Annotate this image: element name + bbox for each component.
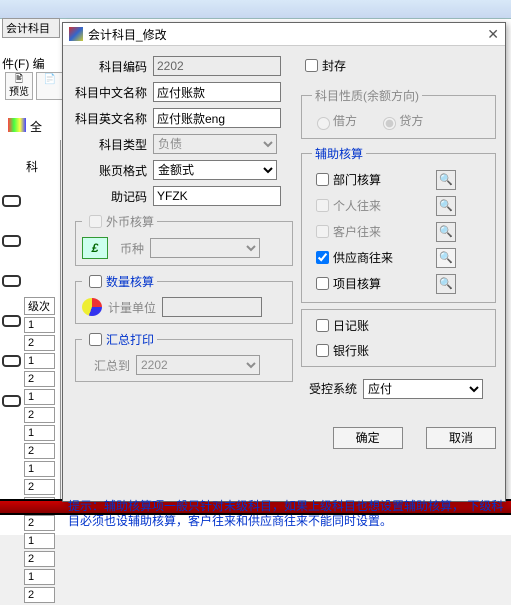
fc-checkbox xyxy=(89,215,102,228)
debit-radio xyxy=(317,117,330,130)
label-cname: 科目中文名称 xyxy=(75,84,147,101)
sum-group: 汇总打印 汇总到 2202 xyxy=(75,330,293,382)
sumto-select: 2202 xyxy=(136,355,260,375)
close-icon[interactable]: ✕ xyxy=(487,26,499,43)
aux-group: 辅助核算 部门核算🔍 个人往来🔍 客户往来🔍 供应商往来🔍 项目核算🔍 xyxy=(301,145,496,303)
bg-full: 全 xyxy=(30,118,42,135)
ename-input[interactable] xyxy=(153,108,281,128)
unit-input xyxy=(162,297,262,317)
label-mnemonic: 助记码 xyxy=(75,188,147,205)
bankbook-checkbox[interactable] xyxy=(316,344,329,357)
label-seal: 封存 xyxy=(322,57,346,74)
label-ctrlsys: 受控系统 xyxy=(301,380,357,397)
label-sumto: 汇总到 xyxy=(82,357,130,374)
cancel-button[interactable]: 取消 xyxy=(426,427,496,449)
dialog-title: 会计科目_修改 xyxy=(88,26,167,43)
edit-account-dialog: 会计科目_修改 ✕ 科目编码 科目中文名称 科目英文名称 科目类型 负债 账页格… xyxy=(62,22,506,502)
label-ename: 科目英文名称 xyxy=(75,110,147,127)
search-icon: 🔍 xyxy=(436,196,456,216)
sum-checkbox[interactable] xyxy=(89,333,102,346)
bg-menu: 件(F) 编 xyxy=(2,55,45,72)
label-person: 个人往来 xyxy=(333,197,433,214)
supplier-checkbox[interactable] xyxy=(316,251,329,264)
label-dept: 部门核算 xyxy=(333,171,433,188)
app-icon xyxy=(69,27,83,41)
hint-text: 提示：辅助核算项一般只针对末级科目，如果上级科目也想设置辅助核算， 下级科目必须… xyxy=(68,499,506,529)
label-project: 项目核算 xyxy=(333,275,433,292)
qty-legend: 数量核算 xyxy=(106,275,154,289)
label-currency: 币种 xyxy=(114,240,144,257)
label-credit: 贷方 xyxy=(399,114,423,128)
daybook-checkbox[interactable] xyxy=(316,319,329,332)
type-select: 负债 xyxy=(153,134,277,154)
bg-heading: 科 xyxy=(26,158,38,175)
label-cust: 客户往来 xyxy=(333,223,433,240)
code-input xyxy=(153,56,281,76)
label-code: 科目编码 xyxy=(75,58,147,75)
label-type: 科目类型 xyxy=(75,136,147,153)
book-group: 日记账 银行账 xyxy=(301,309,496,367)
seal-checkbox[interactable] xyxy=(305,59,318,72)
fc-group: 外币核算 £ 币种 xyxy=(75,212,293,266)
label-bankbook: 银行账 xyxy=(333,342,369,359)
cust-checkbox xyxy=(316,225,329,238)
search-icon: 🔍 xyxy=(436,170,456,190)
toolbar-icon: 📄 xyxy=(36,72,64,100)
qty-checkbox[interactable] xyxy=(89,275,102,288)
qty-group: 数量核算 计量单位 xyxy=(75,272,293,324)
label-unit: 计量单位 xyxy=(108,299,156,316)
bg-tab: 会计科目 xyxy=(2,18,60,38)
search-icon[interactable]: 🔍 xyxy=(436,248,456,268)
pie-icon xyxy=(82,298,102,316)
ok-button[interactable]: 确定 xyxy=(333,427,403,449)
ctrlsys-select[interactable]: 应付 xyxy=(363,379,483,399)
sum-legend: 汇总打印 xyxy=(106,333,154,347)
label-pagefmt: 账页格式 xyxy=(75,162,147,179)
toolbar-icon: 🖹预览 xyxy=(5,72,33,100)
credit-radio xyxy=(383,117,396,130)
pagefmt-select[interactable]: 金额式 xyxy=(153,160,277,180)
color-icon xyxy=(8,118,26,132)
currency-icon: £ xyxy=(82,237,108,259)
label-daybook: 日记账 xyxy=(333,317,369,334)
aux-legend: 辅助核算 xyxy=(312,145,366,162)
label-debit: 借方 xyxy=(333,114,357,128)
cname-input[interactable] xyxy=(153,82,281,102)
currency-select xyxy=(150,238,260,258)
search-icon: 🔍 xyxy=(436,222,456,242)
search-icon: 🔍 xyxy=(436,274,456,294)
person-checkbox xyxy=(316,199,329,212)
dept-checkbox[interactable] xyxy=(316,173,329,186)
project-checkbox[interactable] xyxy=(316,277,329,290)
label-supplier: 供应商往来 xyxy=(333,249,433,266)
mnemonic-input[interactable] xyxy=(153,186,281,206)
nature-group: 科目性质(余额方向) 借方 贷方 xyxy=(301,87,496,139)
nature-legend: 科目性质(余额方向) xyxy=(312,87,422,104)
fc-legend: 外币核算 xyxy=(106,215,154,229)
